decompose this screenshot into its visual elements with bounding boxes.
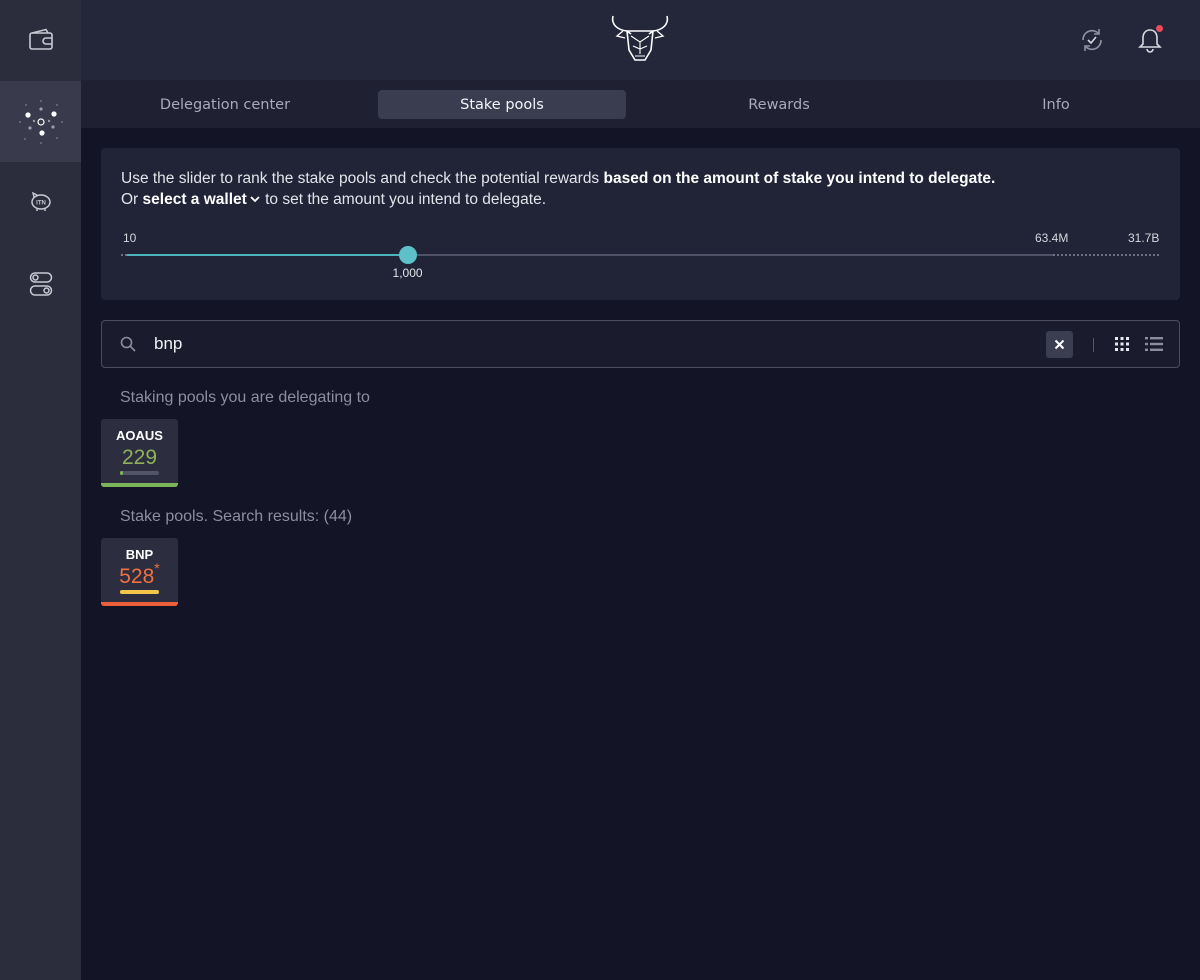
pool-saturation-fill — [120, 471, 124, 475]
tab-info[interactable]: Info — [932, 90, 1180, 119]
slider-min-label: 10 — [123, 231, 137, 245]
search-icon — [120, 336, 136, 352]
wallet-icon — [28, 28, 53, 50]
daedalus-bull-logo — [611, 15, 669, 61]
top-bar — [81, 0, 1200, 80]
pool-rank-strip — [101, 602, 178, 606]
slider-instructions-line1: Use the slider to rank the stake pools a… — [121, 170, 995, 188]
instructions-bold-text: based on the amount of stake you intend … — [603, 170, 996, 187]
stake-slider-panel: Use the slider to rank the stake pools a… — [101, 148, 1180, 300]
sidebar-item-itn[interactable]: ITN — [0, 180, 81, 224]
pool-rank: 528* — [101, 560, 178, 589]
search-input[interactable] — [154, 329, 1034, 359]
sidebar: ITN — [0, 0, 81, 980]
pool-tile-bnp[interactable]: BNP 528* — [101, 538, 178, 606]
results-section-title: Stake pools. Search results: (44) — [120, 508, 353, 525]
search-bar — [101, 320, 1180, 368]
view-divider — [1093, 338, 1094, 352]
pool-ticker: BNP — [125, 547, 154, 562]
slider-value-label: 1,000 — [392, 266, 423, 280]
slider-instructions-line2: Or select a wallet to set the amount you… — [121, 191, 546, 209]
instructions-prefix: Or — [121, 191, 143, 208]
slider-max-label: 31.7B — [1128, 231, 1160, 245]
itn-piggy-icon: ITN — [30, 191, 51, 211]
delegation-network-icon — [18, 99, 63, 144]
pool-rank-asterisk: * — [154, 560, 160, 576]
close-icon — [1054, 339, 1065, 350]
list-view-icon[interactable] — [1145, 336, 1163, 352]
instructions-text: Use the slider to rank the stake pools a… — [121, 170, 604, 187]
slider-mid-label: 63.4M — [1035, 231, 1069, 245]
notification-dot — [1156, 25, 1163, 32]
settings-toggle-icon — [29, 272, 52, 296]
sidebar-item-settings[interactable] — [0, 262, 81, 306]
pool-rank-value: 229 — [121, 446, 158, 469]
tab-rewards[interactable]: Rewards — [655, 90, 903, 119]
sync-icon[interactable] — [1078, 26, 1106, 54]
instructions-suffix: to set the amount you intend to delegate… — [260, 191, 547, 208]
tab-delegation-center[interactable]: Delegation center — [101, 90, 349, 119]
pool-saturation-track — [120, 471, 159, 475]
slider-thumb[interactable] — [398, 246, 417, 264]
pool-rank-value: 528 — [119, 565, 155, 588]
pool-ticker: AOAUS — [116, 428, 163, 443]
chevron-down-icon — [250, 196, 260, 203]
clear-search-button[interactable] — [1046, 331, 1073, 358]
slider-track-fill — [127, 254, 408, 256]
select-wallet-label: select a wallet — [142, 191, 247, 208]
tab-bar: Delegation center Stake pools Rewards In… — [81, 80, 1200, 128]
pool-tile-aoaus[interactable]: AOAUS 229 — [101, 419, 178, 487]
pool-rank: 229 — [101, 443, 178, 470]
sidebar-item-wallets[interactable] — [0, 0, 81, 80]
pool-rank-strip — [101, 483, 178, 487]
grid-view-icon[interactable] — [1114, 336, 1130, 352]
select-wallet-dropdown[interactable]: select a wallet — [143, 191, 261, 208]
pool-saturation-fill — [120, 590, 159, 594]
svg-text:ITN: ITN — [36, 201, 46, 207]
delegating-section-title: Staking pools you are delegating to — [120, 389, 370, 406]
tab-stake-pools[interactable]: Stake pools — [378, 90, 626, 119]
slider-track-end — [1053, 254, 1159, 256]
sidebar-item-delegation[interactable] — [0, 81, 81, 162]
